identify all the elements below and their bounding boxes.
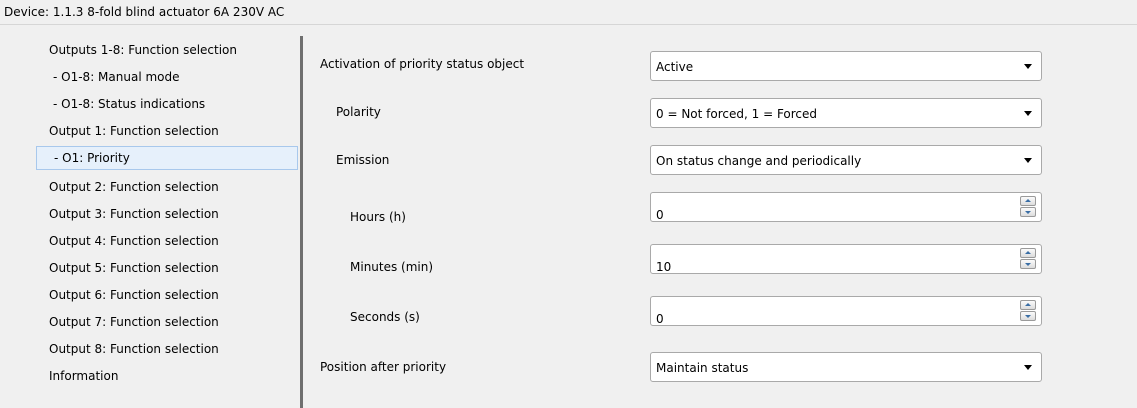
nav-output-5-function-selection[interactable]: Output 5: Function selection (36, 256, 298, 280)
nav-output-1-function-selection[interactable]: Output 1: Function selection (36, 119, 298, 143)
nav-o1-8-manual-mode[interactable]: - O1-8: Manual mode (36, 65, 298, 89)
hours-label: Hours (h) (350, 210, 406, 224)
parameter-panel: Activation of priority status object Act… (303, 25, 1137, 408)
seconds-field[interactable]: 0 (650, 296, 1042, 326)
spin-up-icon[interactable] (1020, 248, 1036, 258)
emission-dropdown[interactable]: On status change and periodically (650, 145, 1042, 175)
seconds-stepper[interactable] (1020, 300, 1037, 322)
hours-field[interactable]: 0 (650, 192, 1042, 222)
nav-output-8-function-selection[interactable]: Output 8: Function selection (36, 337, 298, 361)
polarity-label: Polarity (336, 105, 381, 119)
minutes-value: 10 (656, 260, 672, 274)
nav-o1-priority[interactable]: - O1: Priority (36, 146, 298, 170)
seconds-value: 0 (656, 312, 664, 326)
position-label: Position after priority (320, 360, 447, 374)
hours-stepper[interactable] (1020, 196, 1037, 218)
spin-down-icon[interactable] (1020, 311, 1036, 321)
nav-output-6-function-selection[interactable]: Output 6: Function selection (36, 283, 298, 307)
position-value: Maintain status (656, 361, 749, 375)
parameter-tree: Outputs 1-8: Function selection - O1-8: … (0, 25, 300, 408)
position-dropdown[interactable]: Maintain status (650, 352, 1042, 382)
chevron-down-icon (1024, 64, 1032, 69)
spin-down-icon[interactable] (1020, 207, 1036, 217)
emission-label: Emission (336, 153, 390, 167)
activation-value: Active (656, 60, 694, 74)
seconds-label: Seconds (s) (350, 310, 420, 324)
nav-output-7-function-selection[interactable]: Output 7: Function selection (36, 310, 298, 334)
nav-output-3-function-selection[interactable]: Output 3: Function selection (36, 202, 298, 226)
activation-dropdown[interactable]: Active (650, 51, 1042, 81)
polarity-value: 0 = Not forced, 1 = Forced (656, 107, 818, 121)
spin-up-icon[interactable] (1020, 300, 1036, 310)
spin-down-icon[interactable] (1020, 259, 1036, 269)
activation-label: Activation of priority status object (320, 57, 525, 71)
nav-output-2-function-selection[interactable]: Output 2: Function selection (36, 175, 298, 199)
minutes-label: Minutes (min) (350, 260, 434, 274)
chevron-down-icon (1024, 365, 1032, 370)
chevron-down-icon (1024, 111, 1032, 116)
minutes-field[interactable]: 10 (650, 244, 1042, 274)
nav-outputs-1-8-function-selection[interactable]: Outputs 1-8: Function selection (36, 38, 298, 62)
polarity-dropdown[interactable]: 0 = Not forced, 1 = Forced (650, 98, 1042, 128)
hours-value: 0 (656, 208, 664, 222)
device-title: Device: 1.1.3 8-fold blind actuator 6A 2… (4, 5, 285, 19)
emission-value: On status change and periodically (656, 154, 862, 168)
nav-o1-8-status-indications[interactable]: - O1-8: Status indications (36, 92, 298, 116)
spin-up-icon[interactable] (1020, 196, 1036, 206)
nav-output-4-function-selection[interactable]: Output 4: Function selection (36, 229, 298, 253)
chevron-down-icon (1024, 158, 1032, 163)
minutes-stepper[interactable] (1020, 248, 1037, 270)
device-header: Device: 1.1.3 8-fold blind actuator 6A 2… (0, 0, 1137, 25)
nav-information[interactable]: Information (36, 364, 298, 388)
